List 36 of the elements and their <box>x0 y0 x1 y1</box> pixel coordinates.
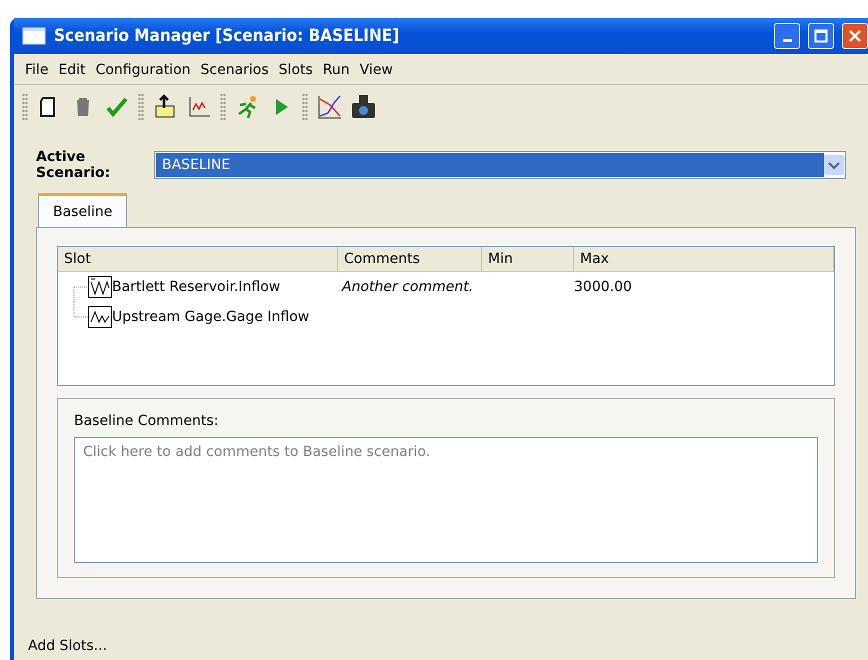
menu-item[interactable]: Scenarios <box>196 60 274 80</box>
maximize-button[interactable] <box>808 23 834 49</box>
menu-item[interactable]: Configuration <box>90 60 196 80</box>
scenario-dropdown[interactable]: BASELINE <box>154 151 846 180</box>
tree-line <box>74 286 88 302</box>
close-button[interactable] <box>842 23 868 49</box>
column-header[interactable]: Slot <box>58 247 338 272</box>
waveform-icon <box>88 276 112 298</box>
tree-line <box>74 302 88 318</box>
line-chart-icon[interactable] <box>316 94 342 120</box>
window-icon <box>22 27 46 45</box>
camera-icon[interactable] <box>350 94 376 120</box>
maximize-icon <box>814 29 828 43</box>
add-slots-link[interactable]: Add Slots... <box>14 638 868 660</box>
field-label: Active Scenario: <box>36 149 112 182</box>
table-cell-text: 3000.00 <box>574 279 633 296</box>
group-label: Baseline Comments: <box>74 413 220 430</box>
table-cell-text: Another comment. <box>340 279 474 296</box>
comments-field[interactable]: Click here to add comments to Baseline scenario. <box>74 437 818 564</box>
minimize-icon <box>782 38 792 42</box>
close-icon <box>848 29 862 43</box>
menu-item[interactable]: Slots <box>274 60 318 80</box>
column-header[interactable]: Comments <box>338 247 482 272</box>
tab[interactable]: Baseline <box>38 193 128 228</box>
menu-item[interactable]: View <box>354 60 398 80</box>
minimize-button[interactable] <box>774 23 800 49</box>
chevron-down-icon <box>824 155 844 176</box>
column-header[interactable]: Min <box>482 247 574 272</box>
slot-name[interactable]: Upstream Gage.Gage Inflow <box>112 309 310 326</box>
menu-item[interactable]: File <box>20 60 54 80</box>
menu-item[interactable]: Run <box>318 60 355 80</box>
menu-item[interactable]: Edit <box>53 60 91 80</box>
slot-name[interactable]: Bartlett Reservoir.Inflow <box>112 279 280 296</box>
column-header[interactable]: Max <box>574 247 834 272</box>
waveform-icon <box>88 306 112 328</box>
window-title: Scenario Manager [Scenario: BASELINE] <box>54 26 400 46</box>
